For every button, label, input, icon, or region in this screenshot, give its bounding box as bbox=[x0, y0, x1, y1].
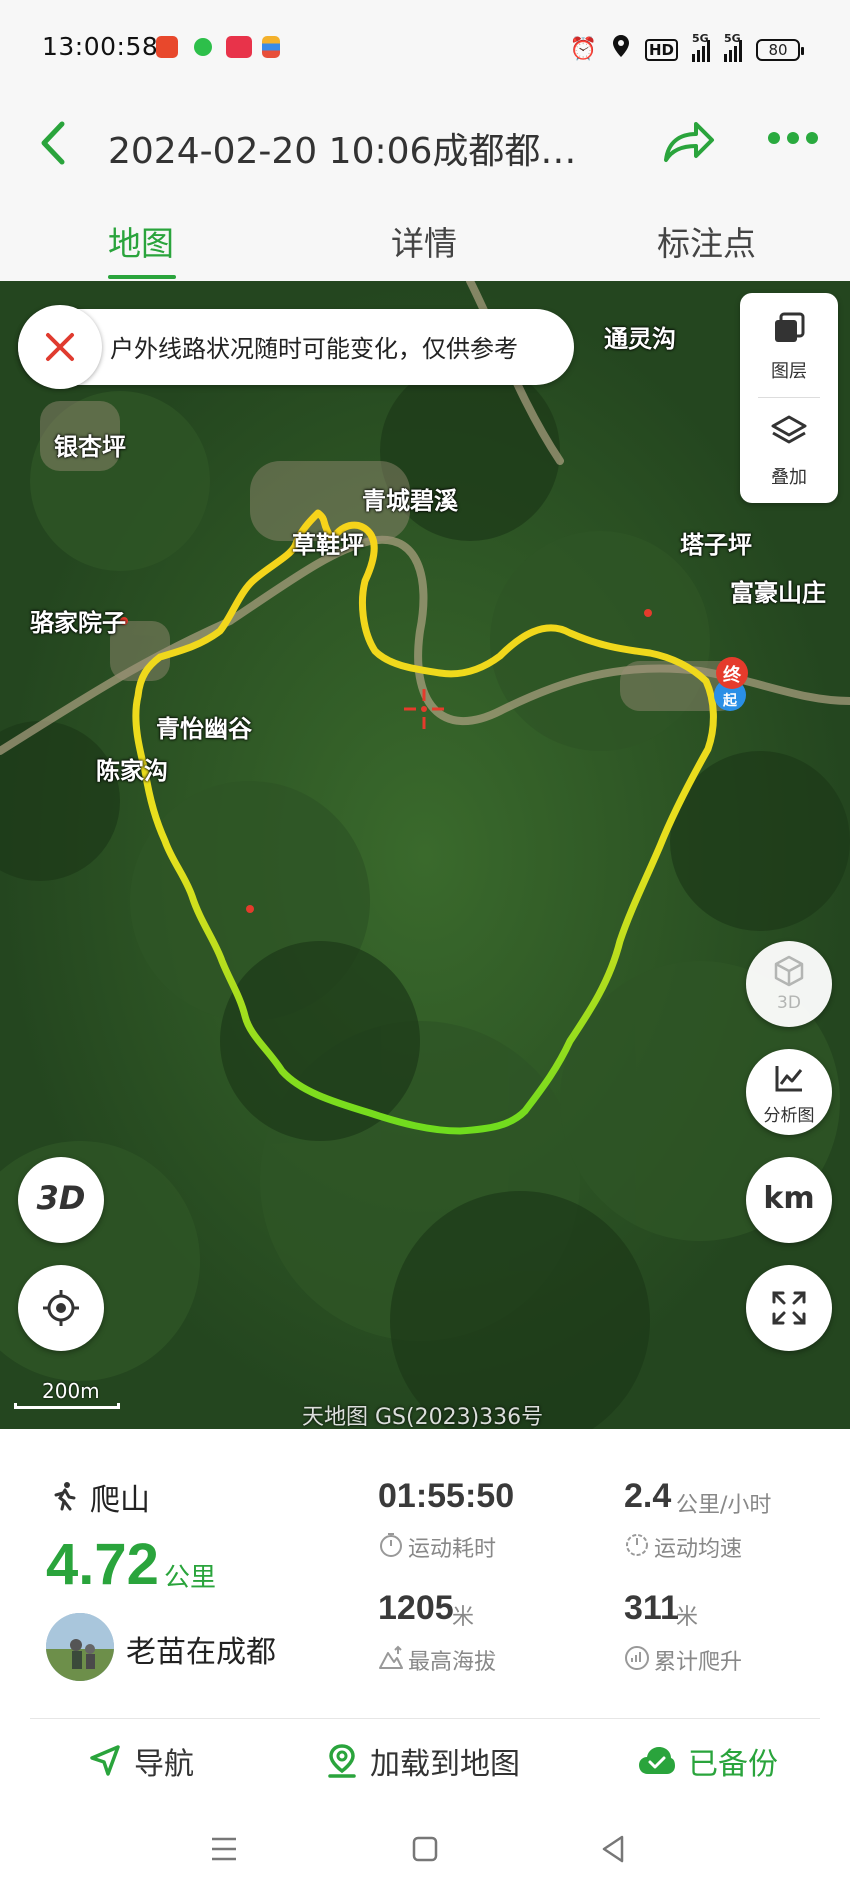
start-marker-label: 起 bbox=[722, 692, 738, 709]
place-label: 银杏坪 bbox=[54, 433, 126, 461]
action-bar: 导航 加载到地图 已备份 bbox=[0, 1719, 850, 1809]
analysis-label: 分析图 bbox=[763, 1106, 815, 1126]
alarm-icon: ⏰ bbox=[569, 36, 597, 62]
duration-label: 运动耗时 bbox=[408, 1537, 497, 1562]
location-icon bbox=[611, 34, 631, 65]
hd-icon: HD bbox=[644, 38, 678, 61]
analysis-chart-button[interactable]: 分析图 bbox=[746, 1049, 832, 1135]
chevron-left-icon[interactable] bbox=[32, 118, 82, 168]
place-label: 青城碧溪 bbox=[362, 487, 458, 515]
expand-icon bbox=[772, 1291, 806, 1325]
generic-app-icon bbox=[262, 36, 280, 58]
map-background: 终 起 bbox=[0, 281, 850, 1429]
max-altitude-label: 最高海拔 bbox=[408, 1650, 497, 1675]
backup-status-button[interactable]: 已备份 bbox=[638, 1739, 778, 1783]
elevation-gain-unit: 米 bbox=[676, 1605, 699, 1630]
stopwatch-icon bbox=[380, 1533, 402, 1557]
navigate-label: 导航 bbox=[134, 1747, 194, 1782]
climb-icon bbox=[625, 1646, 649, 1670]
km-label: km bbox=[763, 1181, 815, 1216]
navigation-arrow-icon bbox=[90, 1745, 120, 1776]
backup-status-label: 已备份 bbox=[688, 1747, 778, 1782]
place-label: 草鞋坪 bbox=[292, 531, 364, 559]
layers-label: 图层 bbox=[771, 361, 807, 382]
place-label: 塔子坪 bbox=[680, 531, 752, 559]
avg-speed-value: 2.4 bbox=[624, 1477, 672, 1515]
header: 2024-02-20 10:06成都都… bbox=[0, 90, 850, 195]
locate-icon bbox=[43, 1290, 79, 1326]
more-dots-icon[interactable] bbox=[768, 132, 818, 144]
load-to-map-button[interactable]: 加载到地图 bbox=[326, 1739, 520, 1783]
back-triangle-icon[interactable] bbox=[594, 1829, 634, 1869]
home-icon[interactable] bbox=[405, 1829, 445, 1869]
system-nav-bar bbox=[0, 1809, 850, 1889]
locate-button[interactable] bbox=[18, 1265, 104, 1351]
cloud-check-icon bbox=[639, 1747, 675, 1774]
activity-type: 爬山 bbox=[90, 1483, 150, 1518]
load-to-map-label: 加载到地图 bbox=[370, 1747, 520, 1782]
max-altitude-unit: 米 bbox=[452, 1605, 475, 1630]
layers-icon bbox=[775, 312, 805, 342]
3d-view-button[interactable]: 3D bbox=[746, 941, 832, 1027]
satellite-map[interactable]: 终 起 通灵沟 银杏坪 青城碧溪 草鞋坪 塔子坪 富豪山庄 骆家院子 青怡幽谷 … bbox=[0, 281, 850, 1429]
place-label: 通灵沟 bbox=[604, 325, 676, 353]
navigate-button[interactable]: 导航 bbox=[88, 1739, 194, 1783]
stack-icon bbox=[771, 415, 807, 444]
hiking-icon bbox=[54, 1482, 76, 1511]
xiaohongshu-app-icon bbox=[226, 36, 252, 58]
mountain-icon bbox=[379, 1645, 403, 1669]
overlay-label: 叠加 bbox=[771, 467, 807, 488]
map-pin-icon bbox=[328, 1744, 356, 1778]
map-watermark: 天地图 GS(2023)336号 bbox=[302, 1405, 544, 1429]
tab-bar: 地图 详情 标注点 bbox=[0, 195, 850, 281]
place-label: 骆家院子 bbox=[30, 609, 126, 637]
status-bar: 13:00:58 ⏰ HD 5G 5G 80 bbox=[0, 0, 850, 90]
distance-value: 4.72 bbox=[46, 1532, 159, 1597]
end-marker-label: 终 bbox=[723, 664, 742, 686]
activity-summary: 爬山 4.72 公里 老苗在成都 01:55:50 运动耗时 2.4 公里/小时… bbox=[0, 1429, 850, 1719]
active-tab-indicator bbox=[108, 275, 176, 279]
avg-speed-label: 运动均速 bbox=[654, 1537, 743, 1562]
wechat-app-icon bbox=[194, 38, 212, 56]
tab-waypoints[interactable]: 标注点 bbox=[657, 217, 756, 265]
elevation-gain-label: 累计爬升 bbox=[654, 1650, 743, 1675]
elevation-gain-value: 311 bbox=[624, 1589, 679, 1627]
overlay-button[interactable]: 叠加 bbox=[740, 399, 838, 499]
distance-unit: 公里 bbox=[164, 1563, 217, 1593]
tab-details[interactable]: 详情 bbox=[391, 217, 457, 265]
user-name[interactable]: 老苗在成都 bbox=[126, 1627, 276, 1671]
unit-toggle-button[interactable]: km bbox=[746, 1157, 832, 1243]
tab-map[interactable]: 地图 bbox=[108, 217, 174, 265]
battery-indicator: 80 bbox=[756, 38, 804, 61]
place-label: 陈家沟 bbox=[96, 757, 168, 785]
fullscreen-button[interactable] bbox=[746, 1265, 832, 1351]
3d-mode-button[interactable]: 3D bbox=[18, 1157, 104, 1243]
signal-2-icon: 5G bbox=[724, 32, 742, 62]
cube-icon bbox=[774, 955, 804, 987]
signal-1-icon: 5G bbox=[692, 32, 710, 62]
page-title: 2024-02-20 10:06成都都… bbox=[108, 131, 577, 172]
layers-button[interactable]: 图层 bbox=[740, 293, 838, 393]
speed-icon bbox=[626, 1534, 648, 1556]
avg-speed-unit: 公里/小时 bbox=[676, 1493, 772, 1518]
3d-label: 3D bbox=[777, 993, 801, 1013]
close-icon[interactable] bbox=[18, 305, 102, 389]
status-icons: ⏰ HD 5G 5G 80 bbox=[569, 32, 804, 65]
layer-panel: 图层 叠加 bbox=[740, 293, 838, 503]
line-chart-icon bbox=[775, 1066, 803, 1092]
disclaimer-text: 户外线路状况随时可能变化，仅供参考 bbox=[110, 335, 518, 363]
avatar[interactable] bbox=[46, 1613, 114, 1681]
disclaimer-banner: 户外线路状况随时可能变化，仅供参考 bbox=[18, 305, 574, 389]
place-label: 青怡幽谷 bbox=[156, 715, 252, 743]
map-scale: 200m bbox=[14, 1379, 124, 1409]
place-label: 富豪山庄 bbox=[730, 579, 826, 607]
status-time: 13:00:58 bbox=[42, 32, 159, 61]
share-arrow-icon[interactable] bbox=[660, 116, 716, 168]
3d-mode-icon: 3D bbox=[36, 1179, 86, 1217]
duration-value: 01:55:50 bbox=[378, 1477, 515, 1515]
max-altitude-value: 1205 bbox=[378, 1589, 454, 1627]
taobao-app-icon bbox=[156, 36, 178, 58]
menu-icon[interactable] bbox=[204, 1829, 244, 1869]
